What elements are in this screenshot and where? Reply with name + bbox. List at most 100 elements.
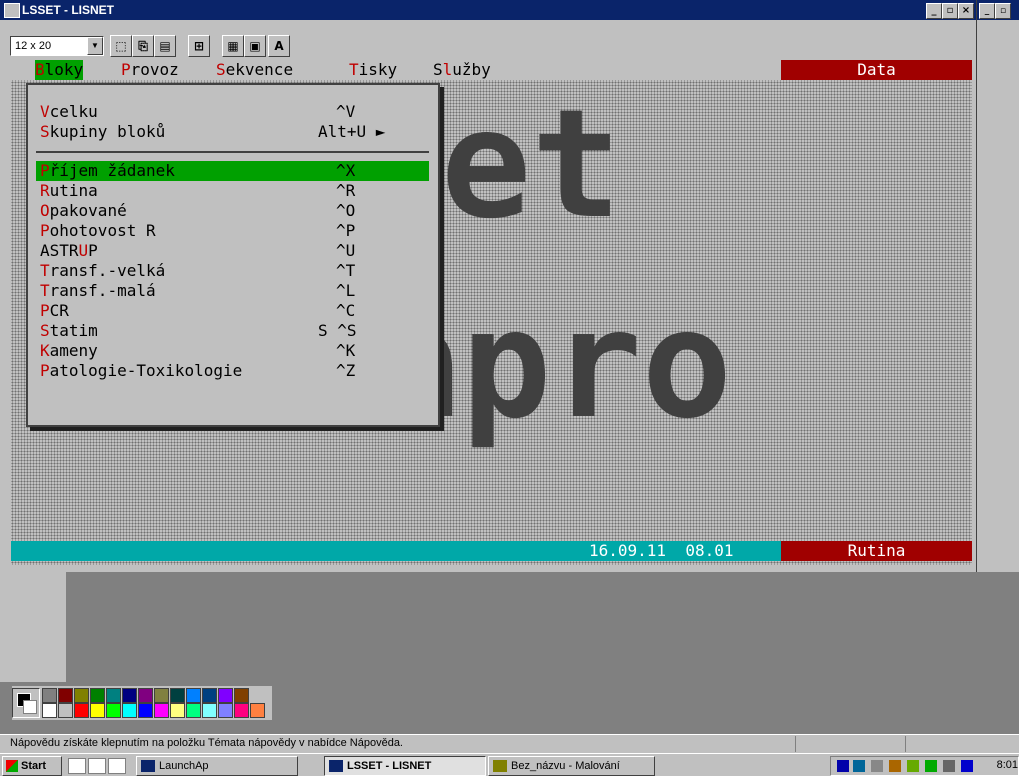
- minimize-button[interactable]: _: [926, 3, 942, 19]
- color-swatch[interactable]: [106, 703, 121, 718]
- color-swatch[interactable]: [250, 703, 265, 718]
- network-icon[interactable]: [961, 760, 973, 772]
- menu-provoz[interactable]: Provoz: [121, 60, 179, 80]
- tray-icon[interactable]: [925, 760, 937, 772]
- color-swatch[interactable]: [138, 703, 153, 718]
- task-launchap[interactable]: LaunchAp: [136, 756, 298, 776]
- start-button[interactable]: Start: [2, 756, 62, 776]
- tray-icon[interactable]: [871, 760, 883, 772]
- outlook-icon[interactable]: [88, 758, 106, 774]
- color-swatch[interactable]: [234, 703, 249, 718]
- dos-window-icon[interactable]: [4, 3, 20, 18]
- menu-item-prijem-zadanek[interactable]: Příjem žádanek ^X: [36, 161, 429, 181]
- color-swatch[interactable]: [42, 703, 57, 718]
- bloky-dropdown-menu: Vcelku ^V Skupiny bloků Alt+U ► Příjem ž…: [26, 83, 440, 427]
- color-swatch[interactable]: [170, 688, 185, 703]
- font-button[interactable]: A: [268, 35, 290, 57]
- paint-titlebar: _ ▫: [976, 0, 1019, 20]
- menu-item-statim[interactable]: Statim S ^S: [36, 321, 429, 341]
- menu-item-transf-mala[interactable]: Transf.-malá ^L: [36, 281, 429, 301]
- color-swatch[interactable]: [218, 688, 233, 703]
- menu-item-pcr[interactable]: PCR ^C: [36, 301, 429, 321]
- window-titlebar[interactable]: LSSET - LISNET _ ▫ ×: [0, 0, 976, 20]
- color-swatch[interactable]: [186, 688, 201, 703]
- paint-hint-text: Nápovědu získáte klepnutím na položku Té…: [10, 737, 403, 749]
- system-tray: 8:01: [830, 756, 1019, 776]
- paint-status-bar: Nápovědu získáte klepnutím na položku Té…: [0, 734, 1019, 753]
- task-paint[interactable]: Bez_názvu - Malování: [488, 756, 655, 776]
- color-swatch[interactable]: [218, 703, 233, 718]
- paint-canvas-area[interactable]: [66, 572, 1019, 682]
- font-size-select[interactable]: 12 x 20 ▼: [10, 36, 104, 56]
- color-swatch[interactable]: [74, 703, 89, 718]
- color-swatch[interactable]: [122, 688, 137, 703]
- paint-toolbox: [0, 572, 66, 682]
- color-swatch[interactable]: [106, 688, 121, 703]
- color-swatch[interactable]: [58, 688, 73, 703]
- background-color: [23, 700, 37, 714]
- clock: 8:01: [996, 759, 1018, 771]
- status-bar: 16.09.11 08.01 Rutina: [11, 541, 972, 561]
- menu-item-kameny[interactable]: Kameny ^K: [36, 341, 429, 361]
- copy-icon[interactable]: ⎘: [132, 35, 154, 57]
- color-swatch[interactable]: [170, 703, 185, 718]
- menu-item-transf-velka[interactable]: Transf.-velká ^T: [36, 261, 429, 281]
- color-swatch[interactable]: [90, 688, 105, 703]
- dos-console[interactable]: Bloky Provoz Sekvence Tisky Služby Data …: [11, 60, 972, 565]
- menu-sekvence[interactable]: Sekvence: [216, 60, 293, 80]
- launchap-icon: [141, 760, 155, 772]
- paint-icon: [493, 760, 507, 772]
- chevron-down-icon[interactable]: ▼: [87, 37, 103, 55]
- paint-maximize-button[interactable]: ▫: [995, 3, 1011, 19]
- color-swatch[interactable]: [138, 688, 153, 703]
- properties-icon[interactable]: ▦: [222, 35, 244, 57]
- color-swatch[interactable]: [58, 703, 73, 718]
- current-colors: [12, 688, 40, 718]
- color-palette: [12, 686, 272, 720]
- color-swatch[interactable]: [122, 703, 137, 718]
- tray-icon[interactable]: [837, 760, 849, 772]
- menu-item-astrup[interactable]: ASTRUP ^U: [36, 241, 429, 261]
- menu-item-skupiny-bloku[interactable]: Skupiny bloků Alt+U ►: [36, 122, 429, 142]
- color-swatch[interactable]: [202, 703, 217, 718]
- menu-separator: [36, 151, 429, 153]
- menu-tisky[interactable]: Tisky: [349, 60, 397, 80]
- menu-item-rutina[interactable]: Rutina ^R: [36, 181, 429, 201]
- ie-icon[interactable]: [68, 758, 86, 774]
- task-lsset-lisnet[interactable]: LSSET - LISNET: [324, 756, 486, 776]
- maximize-button[interactable]: ▫: [942, 3, 958, 19]
- color-swatch[interactable]: [186, 703, 201, 718]
- color-swatch[interactable]: [74, 688, 89, 703]
- paint-minimize-button[interactable]: _: [979, 3, 995, 19]
- menu-bar: Bloky Provoz Sekvence Tisky Služby Data: [11, 60, 972, 80]
- status-mode: Rutina: [781, 541, 972, 561]
- menu-item-vcelku[interactable]: Vcelku ^V: [36, 102, 429, 122]
- color-swatch[interactable]: [202, 688, 217, 703]
- menu-item-opakovane[interactable]: Opakované ^O: [36, 201, 429, 221]
- color-swatch[interactable]: [42, 688, 57, 703]
- tray-icon[interactable]: [889, 760, 901, 772]
- logo-line-1: et: [441, 78, 622, 252]
- fullscreen-icon[interactable]: ⊞: [188, 35, 210, 57]
- color-swatch[interactable]: [90, 703, 105, 718]
- menu-sluzby[interactable]: Služby: [433, 60, 491, 80]
- tray-icon[interactable]: [907, 760, 919, 772]
- status-divider: [905, 736, 906, 752]
- desktop-icon[interactable]: [108, 758, 126, 774]
- menu-item-pohotovost-r[interactable]: Pohotovost R ^P: [36, 221, 429, 241]
- language-icon[interactable]: [853, 760, 865, 772]
- color-swatch[interactable]: [234, 688, 249, 703]
- paste-icon[interactable]: ▤: [154, 35, 176, 57]
- background-icon[interactable]: ▣: [244, 35, 266, 57]
- windows-logo-icon: [6, 760, 18, 772]
- lisnet-window: LSSET - LISNET _ ▫ × 12 x 20 ▼ ⬚ ⎘ ▤ ⊞ ▦…: [0, 0, 977, 572]
- status-divider: [795, 736, 796, 752]
- menu-item-patologie-toxikologie[interactable]: Patologie-Toxikologie ^Z: [36, 361, 429, 381]
- mark-icon[interactable]: ⬚: [110, 35, 132, 57]
- tray-icon[interactable]: [943, 760, 955, 772]
- color-swatch[interactable]: [154, 703, 169, 718]
- status-date: 16.09.11 08.01: [589, 541, 734, 560]
- menu-bloky[interactable]: Bloky: [35, 60, 84, 80]
- color-swatch[interactable]: [154, 688, 169, 703]
- close-button[interactable]: ×: [958, 3, 974, 19]
